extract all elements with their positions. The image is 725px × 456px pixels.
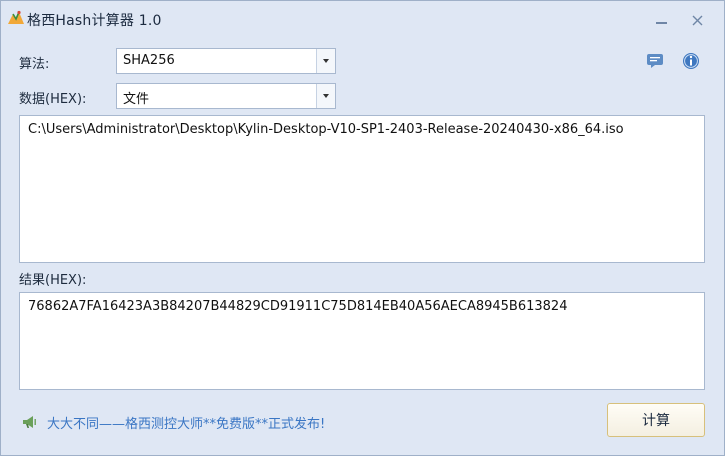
minimize-button[interactable] xyxy=(649,9,673,31)
algorithm-selected-value: SHA256 xyxy=(123,53,175,68)
app-window: 格西Hash计算器 1.0 算法: SHA256 数据(HEX): 文件 C:\… xyxy=(0,0,725,456)
algorithm-select[interactable]: SHA256 xyxy=(116,48,336,74)
minimize-icon xyxy=(655,22,667,24)
chevron-down-icon xyxy=(323,94,329,98)
input-textarea[interactable]: C:\Users\Administrator\Desktop\Kylin-Des… xyxy=(19,115,705,263)
result-textarea[interactable]: 76862A7FA16423A3B84207B44829CD91911C75D8… xyxy=(19,292,705,390)
input-file-path: C:\Users\Administrator\Desktop\Kylin-Des… xyxy=(28,122,624,137)
result-label: 结果(HEX): xyxy=(19,273,87,288)
app-logo-icon xyxy=(7,10,25,26)
close-button[interactable] xyxy=(685,9,709,31)
data-source-select[interactable]: 文件 xyxy=(116,83,336,109)
data-source-dropdown-button[interactable] xyxy=(316,84,335,108)
title-bar[interactable]: 格西Hash计算器 1.0 xyxy=(1,1,724,37)
comment-button[interactable] xyxy=(645,51,665,71)
megaphone-icon xyxy=(23,416,36,428)
promo-link[interactable]: 大大不同——格西测控大师**免费版**正式发布! xyxy=(21,411,325,433)
data-source-selected-value: 文件 xyxy=(123,92,150,107)
data-source-label: 数据(HEX): xyxy=(19,92,87,107)
promo-text: 大大不同——格西测控大师**免费版**正式发布! xyxy=(47,416,326,432)
close-icon xyxy=(692,15,702,25)
comment-icon xyxy=(647,54,663,68)
info-button[interactable] xyxy=(681,51,701,71)
calculate-button[interactable]: 计算 xyxy=(607,403,705,437)
result-hash-value: 76862A7FA16423A3B84207B44829CD91911C75D8… xyxy=(28,299,568,314)
algorithm-dropdown-button[interactable] xyxy=(316,49,335,73)
chevron-down-icon xyxy=(323,59,329,63)
window-title: 格西Hash计算器 1.0 xyxy=(27,13,162,29)
info-icon xyxy=(683,53,699,69)
algorithm-label: 算法: xyxy=(19,57,50,72)
